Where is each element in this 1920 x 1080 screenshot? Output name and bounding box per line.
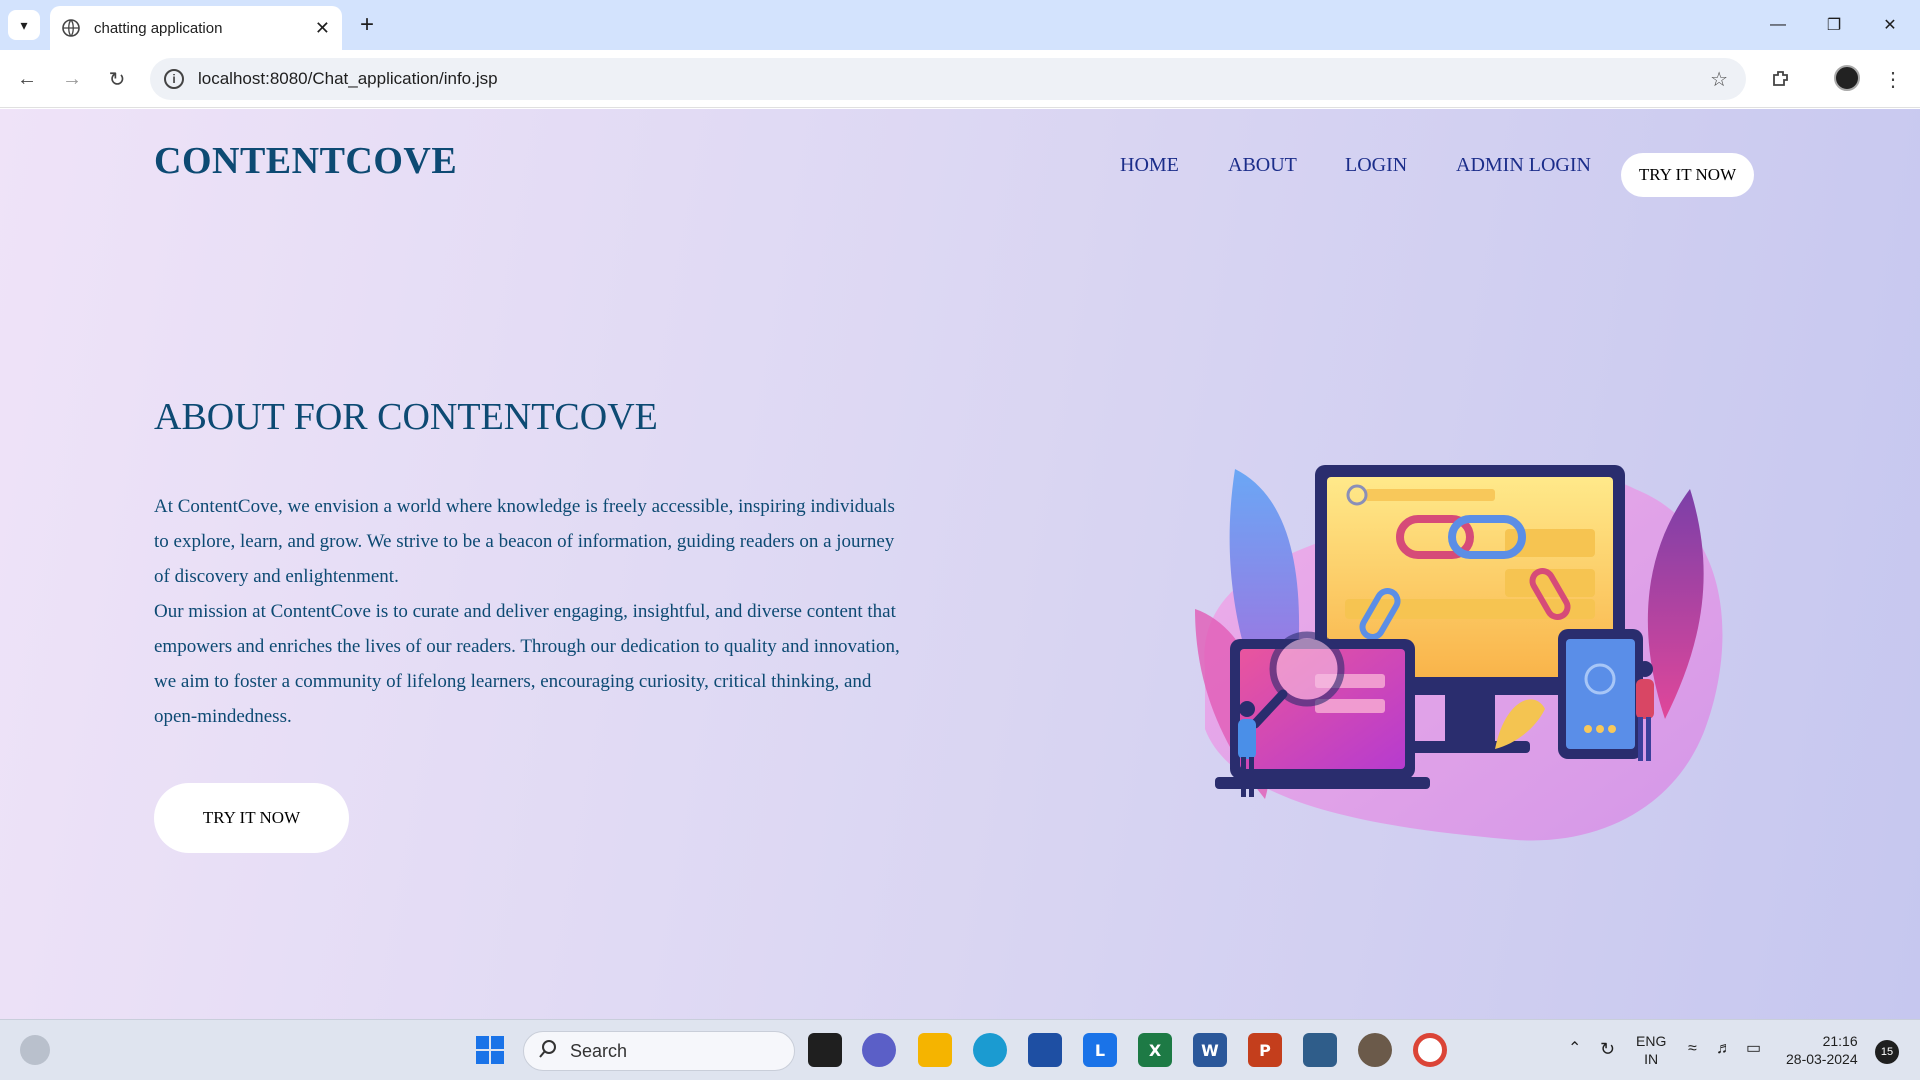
eclipse-icon[interactable] [1358,1033,1392,1067]
page-content: CONTENTCOVE HOME ABOUT LOGIN ADMIN LOGIN… [0,109,1920,1019]
task-view-icon[interactable] [808,1033,842,1067]
profile-avatar[interactable] [1834,65,1860,91]
tab-title: chatting application [94,19,223,37]
site-logo[interactable]: CONTENTCOVE [154,139,457,183]
taskbar-search[interactable]: Search [523,1031,795,1071]
page-title: ABOUT FOR CONTENTCOVE [154,396,658,438]
notification-badge[interactable]: 15 [1875,1040,1899,1064]
browser-tab[interactable]: chatting application ✕ [50,6,342,50]
tab-search-button[interactable]: ▾ [8,10,40,40]
store-icon[interactable] [1028,1033,1062,1067]
more-menu-icon[interactable]: ⋮ [1878,64,1908,94]
browser-toolbar: ← → ↻ i localhost:8080/Chat_application/… [0,50,1920,108]
clock[interactable]: 21:16 28-03-2024 [1786,1032,1858,1068]
nav-login[interactable]: LOGIN [1345,154,1407,177]
start-icon[interactable] [473,1033,507,1067]
vision-paragraph: At ContentCove, we envision a world wher… [154,496,895,587]
app-icon[interactable] [1303,1033,1337,1067]
battery-icon[interactable]: ▭ [1746,1040,1761,1058]
restore-button[interactable]: ❐ [1814,10,1854,40]
language-code: ENG [1636,1033,1667,1049]
volume-icon[interactable]: ♬ [1716,1040,1732,1058]
file-explorer-icon[interactable] [918,1033,952,1067]
launcher-l-icon[interactable]: L [1083,1033,1117,1067]
chevron-down-icon: ▾ [20,16,28,33]
nav-admin-login[interactable]: ADMIN LOGIN [1456,154,1591,177]
search-placeholder: Search [570,1040,628,1061]
close-window-button[interactable]: ✕ [1870,10,1910,40]
edge-icon[interactable] [973,1033,1007,1067]
chat-icon[interactable] [862,1033,896,1067]
reload-icon[interactable]: ↻ [102,64,132,94]
excel-icon[interactable]: X [1138,1033,1172,1067]
nav-about[interactable]: ABOUT [1228,154,1297,177]
new-tab-button[interactable]: + [352,10,382,40]
about-text: At ContentCove, we envision a world wher… [154,489,914,734]
widgets-icon[interactable] [20,1035,50,1065]
region-code: IN [1644,1051,1659,1067]
word-icon[interactable]: W [1193,1033,1227,1067]
chrome-icon[interactable] [1413,1033,1447,1067]
try-it-now-button[interactable]: TRY IT NOW [154,783,349,853]
chevron-up-icon[interactable]: ⌃ [1568,1040,1581,1058]
minimize-button[interactable]: — [1758,10,1798,40]
date: 28-03-2024 [1786,1051,1858,1067]
nav-try-it-now-button[interactable]: TRY IT NOW [1621,153,1754,197]
nav-home[interactable]: HOME [1120,154,1179,177]
browser-tabbar: ▾ chatting application ✕ + — ❐ ✕ [0,0,1920,50]
forward-icon[interactable]: → [57,64,87,94]
mission-paragraph: Our mission at ContentCove is to curate … [154,601,900,727]
time: 21:16 [1822,1033,1858,1049]
site-info-icon[interactable]: i [164,69,184,89]
extensions-icon[interactable] [1766,64,1796,94]
address-bar[interactable]: i localhost:8080/Chat_application/info.j… [150,58,1746,100]
back-icon[interactable]: ← [12,64,42,94]
language-indicator[interactable]: ENG IN [1636,1032,1666,1068]
url-text[interactable]: localhost:8080/Chat_application/info.jsp [198,69,1710,89]
devices-illustration [1195,465,1723,841]
powerpoint-icon[interactable]: P [1248,1033,1282,1067]
close-tab-icon[interactable]: ✕ [315,18,330,39]
bookmark-star-icon[interactable]: ☆ [1710,67,1728,92]
globe-icon [62,19,80,37]
wifi-icon[interactable]: ≈ [1688,1040,1697,1058]
search-icon [538,1039,558,1064]
taskbar: Search L X W P ⌃ ↻ ENG IN ≈ ♬ ▭ 21:16 28… [0,1019,1920,1080]
sync-icon[interactable]: ↻ [1600,1040,1615,1058]
